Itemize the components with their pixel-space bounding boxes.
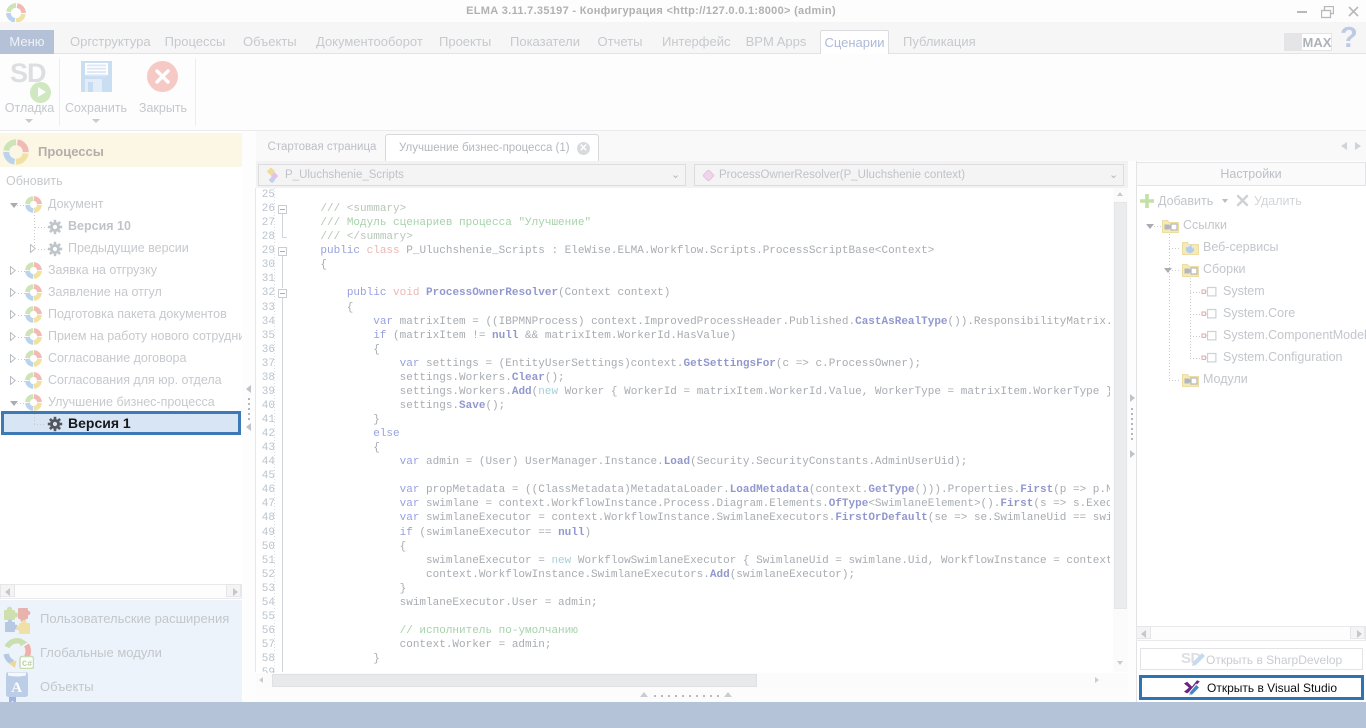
svg-text:A: A — [11, 680, 22, 696]
svg-text:C#: C# — [22, 659, 32, 669]
